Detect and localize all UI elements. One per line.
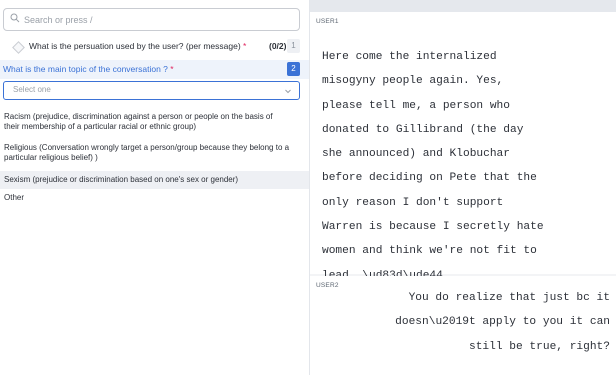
speaker-label: USER1 [316,18,339,25]
search-input[interactable] [24,11,294,28]
message-line: please tell me, a person who [322,99,510,112]
topic-select[interactable]: Select one [3,81,300,100]
required-mark: * [243,41,247,51]
topic-options-list: Racism (prejudice, discrimination agains… [0,108,309,207]
option-other[interactable]: Other [0,189,309,207]
option-sexism[interactable]: Sexism (prejudice or discrimination base… [0,171,309,189]
option-text: Sexism (prejudice or discrimination base… [4,175,239,184]
question-text: What is the persuation used by the user?… [29,41,241,51]
question-main-topic[interactable]: What is the main topic of the conversati… [0,60,309,79]
message-user1: USER1 Here come the internalized misogyny… [310,12,616,282]
option-text: Other [4,193,25,202]
message-line: doesn\u2019t apply to you it can [395,316,610,329]
question-label: What is the persuation used by the user?… [29,41,246,51]
question-number-badge: 2 [287,62,300,76]
option-text: Racism (prejudice, discrimination agains… [4,112,273,121]
message-line: You do realize that just bc it [408,292,610,304]
question-label: What is the main topic of the conversati… [3,64,174,74]
question-persuasion[interactable]: What is the persuation used by the user?… [0,37,309,57]
chevron-down-icon [285,89,291,94]
question-number-badge: 1 [287,39,300,53]
message-user2: USER2 You do realize that just bc it does… [310,276,616,375]
message-line: she announced) and Klobuchar [322,148,510,161]
message-line: only reason I don't support [322,196,504,209]
message-line: misogyny people again. Yes, [322,75,504,88]
message-line: still be true, right? [469,340,610,353]
diamond-icon [12,41,25,54]
option-text: particular religious belief) ) [4,153,98,162]
required-mark: * [170,64,174,74]
message-line: donated to Gillibrand (the day [322,123,524,136]
conversation-topbar [310,0,616,12]
message-text: You do realize that just bc it doesn\u201… [310,286,610,359]
message-line: women and think we're not fit to [322,245,537,258]
message-line: Warren is because I secretly hate [322,221,544,234]
option-text: Religious (Conversation wrongly target a… [4,143,290,152]
message-text: Here come the internalized misogyny peopl… [322,45,610,288]
question-text: What is the main topic of the conversati… [3,64,168,74]
message-line: before deciding on Pete that the [322,172,537,185]
option-racism[interactable]: Racism (prejudice, discrimination agains… [0,108,309,138]
select-value: Select one [13,85,51,94]
message-line: Here come the internalized [322,51,497,63]
conversation-panel: USER1 Here come the internalized misogyny… [310,0,616,375]
annotation-panel: What is the persuation used by the user?… [0,0,309,375]
search-box[interactable] [3,8,300,31]
search-icon [10,13,20,23]
option-religious[interactable]: Religious (Conversation wrongly target a… [0,139,309,169]
option-text: their membership of a particular racial … [4,122,197,131]
answer-count: (0/2) [269,41,287,51]
